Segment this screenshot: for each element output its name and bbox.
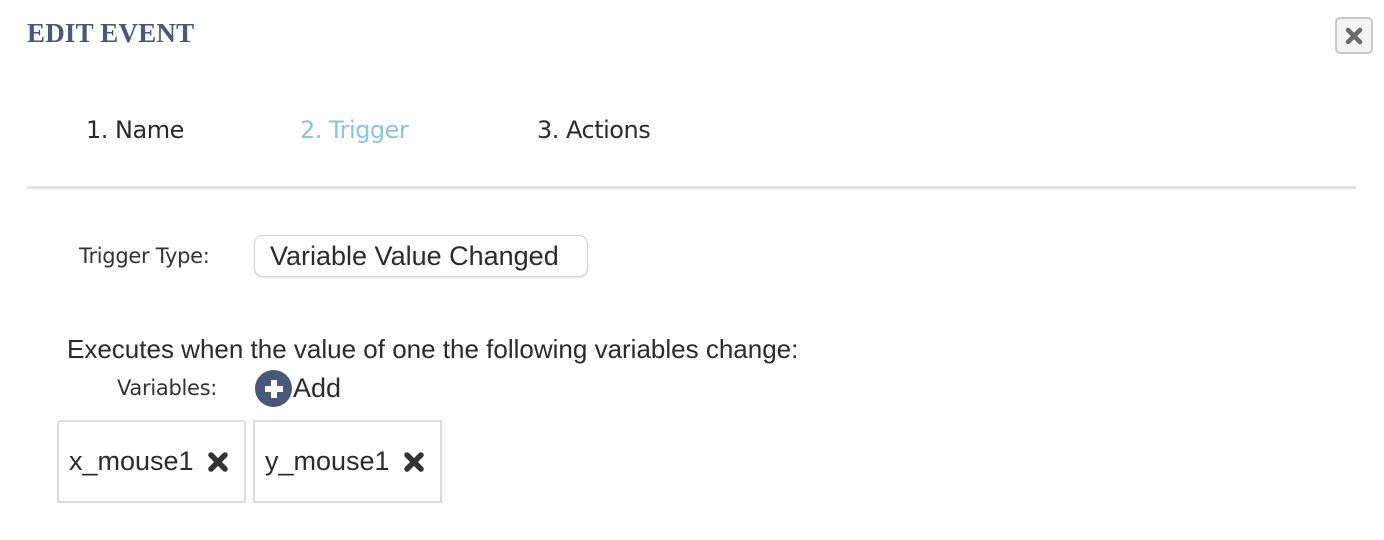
close-icon [1345, 27, 1363, 44]
variable-name: y_mouse1 [265, 446, 390, 476]
step-trigger[interactable]: 2. Trigger [300, 116, 409, 144]
add-variable-label: Add [293, 373, 342, 403]
dialog-title: EDIT EVENT [27, 18, 195, 48]
variable-chip: x_mouse1 [57, 420, 246, 503]
plus-circle-icon [255, 370, 292, 407]
steps-divider [27, 186, 1356, 189]
step-name[interactable]: 1. Name [86, 116, 184, 144]
trigger-type-select[interactable]: Variable Value Changed [254, 235, 588, 277]
trigger-type-value: Variable Value Changed [270, 240, 559, 271]
trigger-description: Executes when the value of one the follo… [67, 334, 799, 364]
remove-icon[interactable] [206, 450, 230, 474]
variable-name: x_mouse1 [69, 446, 194, 476]
close-button[interactable] [1335, 17, 1373, 54]
variables-label: Variables: [117, 376, 218, 400]
variable-chip: y_mouse1 [253, 420, 442, 503]
remove-icon[interactable] [402, 450, 426, 474]
trigger-type-label: Trigger Type: [79, 244, 210, 268]
wizard-steps: 1. Name 2. Trigger 3. Actions [0, 116, 1384, 156]
step-actions[interactable]: 3. Actions [537, 116, 651, 144]
add-variable-button[interactable]: Add [255, 370, 341, 407]
